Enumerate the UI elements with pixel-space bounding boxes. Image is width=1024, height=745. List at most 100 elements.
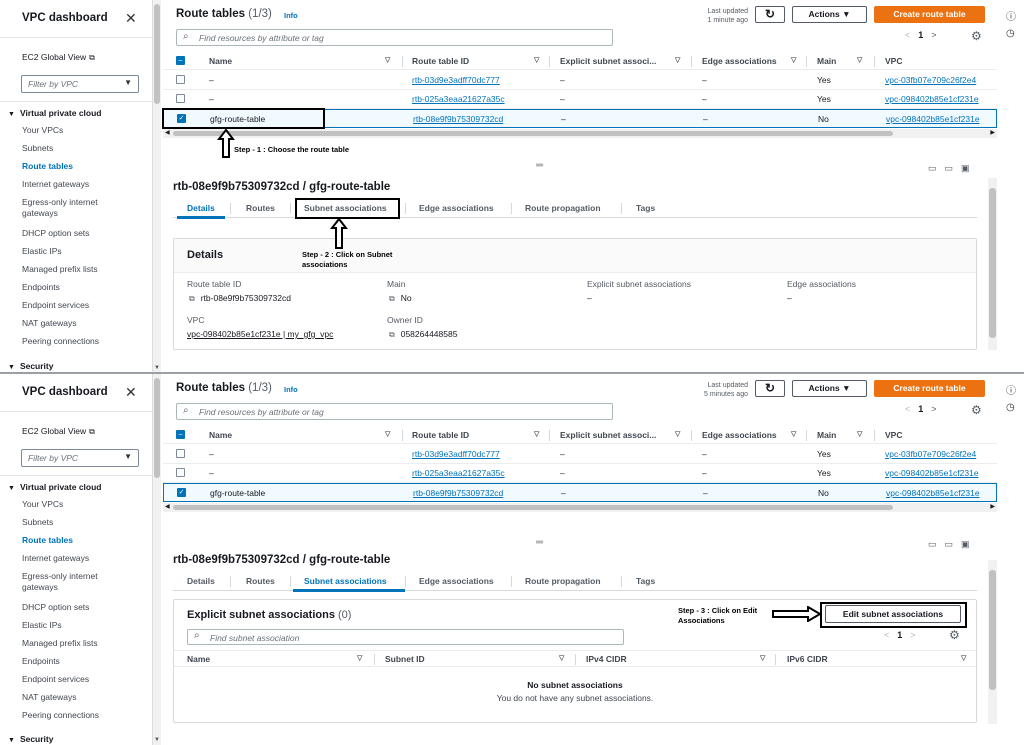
select-all-checkbox[interactable]: – xyxy=(176,430,185,439)
scroll-thumb[interactable] xyxy=(173,505,893,510)
create-route-table-button[interactable]: Create route table xyxy=(874,6,985,23)
ec2-global-view-link[interactable]: EC2 Global View ⧉ xyxy=(22,426,95,437)
row-checkbox-checked[interactable]: ✓ xyxy=(177,488,186,497)
sidebar-scrollbar[interactable]: ▼ xyxy=(152,374,161,745)
sidebar-item-prefix-lists[interactable]: Managed prefix lists xyxy=(22,638,122,649)
actions-button[interactable]: Actions ▼ xyxy=(792,6,867,23)
prev-page-icon[interactable]: < xyxy=(905,404,910,414)
table-row[interactable]: – rtb-03d9e3adff70dc777 – – Yes vpc-03fb… xyxy=(163,71,997,90)
tab-subnet-associations[interactable]: Subnet associations xyxy=(304,576,387,586)
sidebar-item-endpoints[interactable]: Endpoints xyxy=(22,282,122,293)
page-number[interactable]: 1 xyxy=(918,404,923,414)
col-vpc[interactable]: VPC xyxy=(885,56,902,66)
section-security[interactable]: ▼ Security xyxy=(8,361,53,371)
col-name[interactable]: Name ▽ xyxy=(187,654,362,664)
vpc-filter-select[interactable]: Filter by VPC ▼ xyxy=(21,449,139,467)
vpc-link[interactable]: vpc-03fb07e709c26f2e4 xyxy=(885,449,976,459)
next-page-icon[interactable]: > xyxy=(931,404,936,414)
refresh-button[interactable]: ↻ xyxy=(755,6,785,23)
route-table-id-link[interactable]: rtb-025a3eaa21627a35c xyxy=(412,94,505,104)
tab-route-propagation[interactable]: Route propagation xyxy=(525,576,601,586)
col-explicit[interactable]: Explicit subnet associ... ▽ xyxy=(560,430,680,440)
scroll-down-icon[interactable]: ▼ xyxy=(154,737,160,743)
sidebar-item-endpoints[interactable]: Endpoints xyxy=(22,656,122,667)
sidebar-item-egress-only-gateways[interactable]: Egress-only internet gateways xyxy=(22,197,122,219)
col-main[interactable]: Main ▽ xyxy=(817,430,862,440)
vpc-link[interactable]: vpc-098402b85e1cf231e xyxy=(886,488,980,498)
sidebar-item-nat-gateways[interactable]: NAT gateways xyxy=(22,692,122,703)
row-checkbox[interactable] xyxy=(176,75,185,84)
col-edge[interactable]: Edge associations ▽ xyxy=(702,430,796,440)
sidebar-item-nat-gateways[interactable]: NAT gateways xyxy=(22,318,122,329)
tab-tags[interactable]: Tags xyxy=(636,576,655,586)
copy-icon[interactable]: ⧉ xyxy=(189,294,195,303)
sidebar-item-dhcp[interactable]: DHCP option sets xyxy=(22,602,122,613)
ec2-global-view-link[interactable]: EC2 Global View ⧉ xyxy=(22,52,95,63)
split-panel-position-icons[interactable]: ▭▭▣ xyxy=(928,539,978,550)
close-icon[interactable]: ✕ xyxy=(125,10,137,27)
vpc-value-link[interactable]: vpc-098402b85e1cf231e | my_gfg_vpc xyxy=(187,329,333,339)
vpc-filter-select[interactable]: Filter by VPC ▼ xyxy=(21,75,139,93)
col-ipv4[interactable]: IPv4 CIDR ▽ xyxy=(586,654,765,664)
sidebar-item-internet-gateways[interactable]: Internet gateways xyxy=(22,553,122,564)
route-table-id-link[interactable]: rtb-03d9e3adff70dc777 xyxy=(412,75,500,85)
sidebar-item-your-vpcs[interactable]: Your VPCs xyxy=(22,499,122,510)
search-input[interactable]: ⌕ Find resources by attribute or tag xyxy=(176,29,613,46)
clock-icon[interactable]: ◷ xyxy=(1006,28,1015,39)
sidebar-item-peering[interactable]: Peering connections xyxy=(22,710,122,721)
select-all-checkbox[interactable]: – xyxy=(176,56,185,65)
scroll-thumb[interactable] xyxy=(154,4,160,104)
split-panel-position-icons[interactable]: ▭▭▣ xyxy=(928,163,978,174)
vpc-link[interactable]: vpc-03fb07e709c26f2e4 xyxy=(885,75,976,85)
scroll-thumb[interactable] xyxy=(989,188,996,338)
vpc-link[interactable]: vpc-098402b85e1cf231e xyxy=(886,114,980,124)
col-main[interactable]: Main ▽ xyxy=(817,56,862,66)
sidebar-item-dhcp[interactable]: DHCP option sets xyxy=(22,228,122,239)
page-number[interactable]: 1 xyxy=(918,30,923,40)
resize-handle-icon[interactable]: ═ xyxy=(536,537,543,548)
info-circle-icon[interactable]: ⓘ xyxy=(1006,382,1016,397)
col-name[interactable]: Name ▽ xyxy=(209,430,390,440)
resize-handle-icon[interactable]: ═ xyxy=(536,160,543,171)
col-subnet-id[interactable]: Subnet ID ▽ xyxy=(385,654,564,664)
gear-icon[interactable]: ⚙ xyxy=(971,403,982,417)
col-route-table-id[interactable]: Route table ID ▽ xyxy=(412,430,539,440)
create-route-table-button[interactable]: Create route table xyxy=(874,380,985,397)
sidebar-scrollbar[interactable]: ▼ xyxy=(152,0,161,373)
section-virtual-private-cloud[interactable]: ▼ Virtual private cloud xyxy=(8,108,102,118)
sidebar-item-subnets[interactable]: Subnets xyxy=(22,517,122,528)
table-row[interactable]: – rtb-025a3eaa21627a35c – – Yes vpc-0984… xyxy=(163,464,997,483)
col-vpc[interactable]: VPC xyxy=(885,430,902,440)
clock-icon[interactable]: ◷ xyxy=(1006,402,1015,413)
section-security[interactable]: ▼ Security xyxy=(8,734,53,744)
sidebar-item-elastic-ips[interactable]: Elastic IPs xyxy=(22,620,122,631)
info-circle-icon[interactable]: ⓘ xyxy=(1006,8,1016,23)
tab-route-propagation[interactable]: Route propagation xyxy=(525,203,601,213)
tab-routes[interactable]: Routes xyxy=(246,576,275,586)
scroll-thumb[interactable] xyxy=(154,378,160,478)
vpc-link[interactable]: vpc-098402b85e1cf231e xyxy=(885,94,979,104)
sidebar-item-route-tables[interactable]: Route tables xyxy=(22,161,122,172)
scroll-right-icon[interactable]: ▶ xyxy=(990,129,995,136)
sidebar-item-endpoint-services[interactable]: Endpoint services xyxy=(22,674,122,685)
next-page-icon[interactable]: > xyxy=(931,30,936,40)
copy-icon[interactable]: ⧉ xyxy=(389,330,395,339)
sidebar-item-peering[interactable]: Peering connections xyxy=(22,336,122,347)
table-horizontal-scrollbar[interactable]: ◀ ▶ xyxy=(163,503,997,512)
scroll-thumb[interactable] xyxy=(989,570,996,690)
col-name[interactable]: Name ▽ xyxy=(209,56,390,66)
gear-icon[interactable]: ⚙ xyxy=(971,29,982,43)
prev-page-icon[interactable]: < xyxy=(884,630,889,640)
scroll-left-icon[interactable]: ◀ xyxy=(165,129,170,136)
scroll-left-icon[interactable]: ◀ xyxy=(165,503,170,510)
sidebar-item-internet-gateways[interactable]: Internet gateways xyxy=(22,179,122,190)
prev-page-icon[interactable]: < xyxy=(905,30,910,40)
col-route-table-id[interactable]: Route table ID ▽ xyxy=(412,56,539,66)
actions-button[interactable]: Actions ▼ xyxy=(792,380,867,397)
table-row-selected[interactable]: ✓ gfg-route-table rtb-08e9f9b75309732cd … xyxy=(163,483,997,502)
row-checkbox[interactable] xyxy=(176,449,185,458)
sidebar-item-route-tables[interactable]: Route tables xyxy=(22,535,122,546)
tab-edge-associations[interactable]: Edge associations xyxy=(419,203,494,213)
col-edge[interactable]: Edge associations ▽ xyxy=(702,56,796,66)
row-checkbox[interactable] xyxy=(176,468,185,477)
